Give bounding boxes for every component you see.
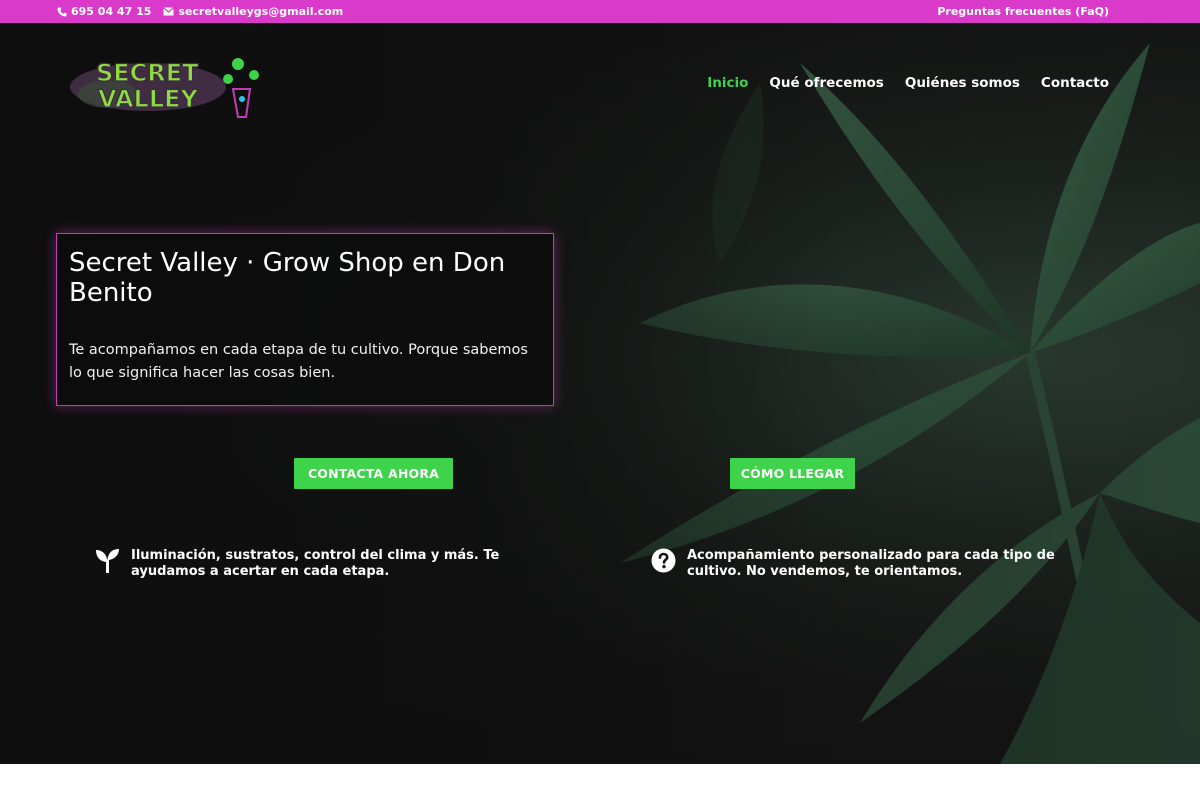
hero-title-card: Secret Valley · Grow Shop en Don Benito … [56,233,554,406]
hero-title: Secret Valley · Grow Shop en Don Benito [69,248,506,308]
secret-valley-logo[interactable]: SECRET VALLEY [68,49,272,119]
nav-item-inicio[interactable]: Inicio [707,75,748,91]
feature-text: Acompañamiento personalizado para cada t… [687,548,1055,579]
envelope-icon [163,7,175,16]
top-bar-contact: 695 04 47 15 secretvalleygs@gmail.com [57,5,343,18]
feature-item: Acompañamiento personalizado para cada t… [651,548,1071,580]
phone-link[interactable]: 695 04 47 15 [57,5,151,18]
feature-item: Iluminación, sustratos, control del clim… [95,548,525,580]
feature-text: Iluminación, sustratos, control del clim… [131,548,500,579]
main-nav: Inicio Qué ofrecemos Quiénes somos Conta… [707,75,1109,91]
how-to-get-there-button[interactable]: CÓMO LLEGAR [730,458,855,489]
email-address: secretvalleygs@gmail.com [178,5,344,18]
nav-item-que-ofrecemos[interactable]: Qué ofrecemos [769,75,883,91]
sprout-icon [96,549,119,573]
hero-subtitle: Te acompañamos en cada etapa de tu culti… [69,342,528,381]
contact-now-button[interactable]: CONTACTA AHORA [294,458,453,489]
question-circle-icon [651,548,676,573]
svg-text:VALLEY: VALLEY [98,85,199,113]
phone-number: 695 04 47 15 [71,5,152,18]
nav-item-quienes-somos[interactable]: Quiénes somos [905,75,1020,91]
faq-link[interactable]: Preguntas frecuentes (FaQ) [937,5,1109,18]
phone-icon [57,7,67,16]
top-bar: 695 04 47 15 secretvalleygs@gmail.com Pr… [0,0,1200,23]
svg-text:SECRET: SECRET [96,59,199,87]
hero-section: SECRET VALLEY Inicio Qué ofrecemos Quién… [0,23,1200,764]
nav-item-contacto[interactable]: Contacto [1041,75,1109,91]
email-link[interactable]: secretvalleygs@gmail.com [163,5,343,18]
